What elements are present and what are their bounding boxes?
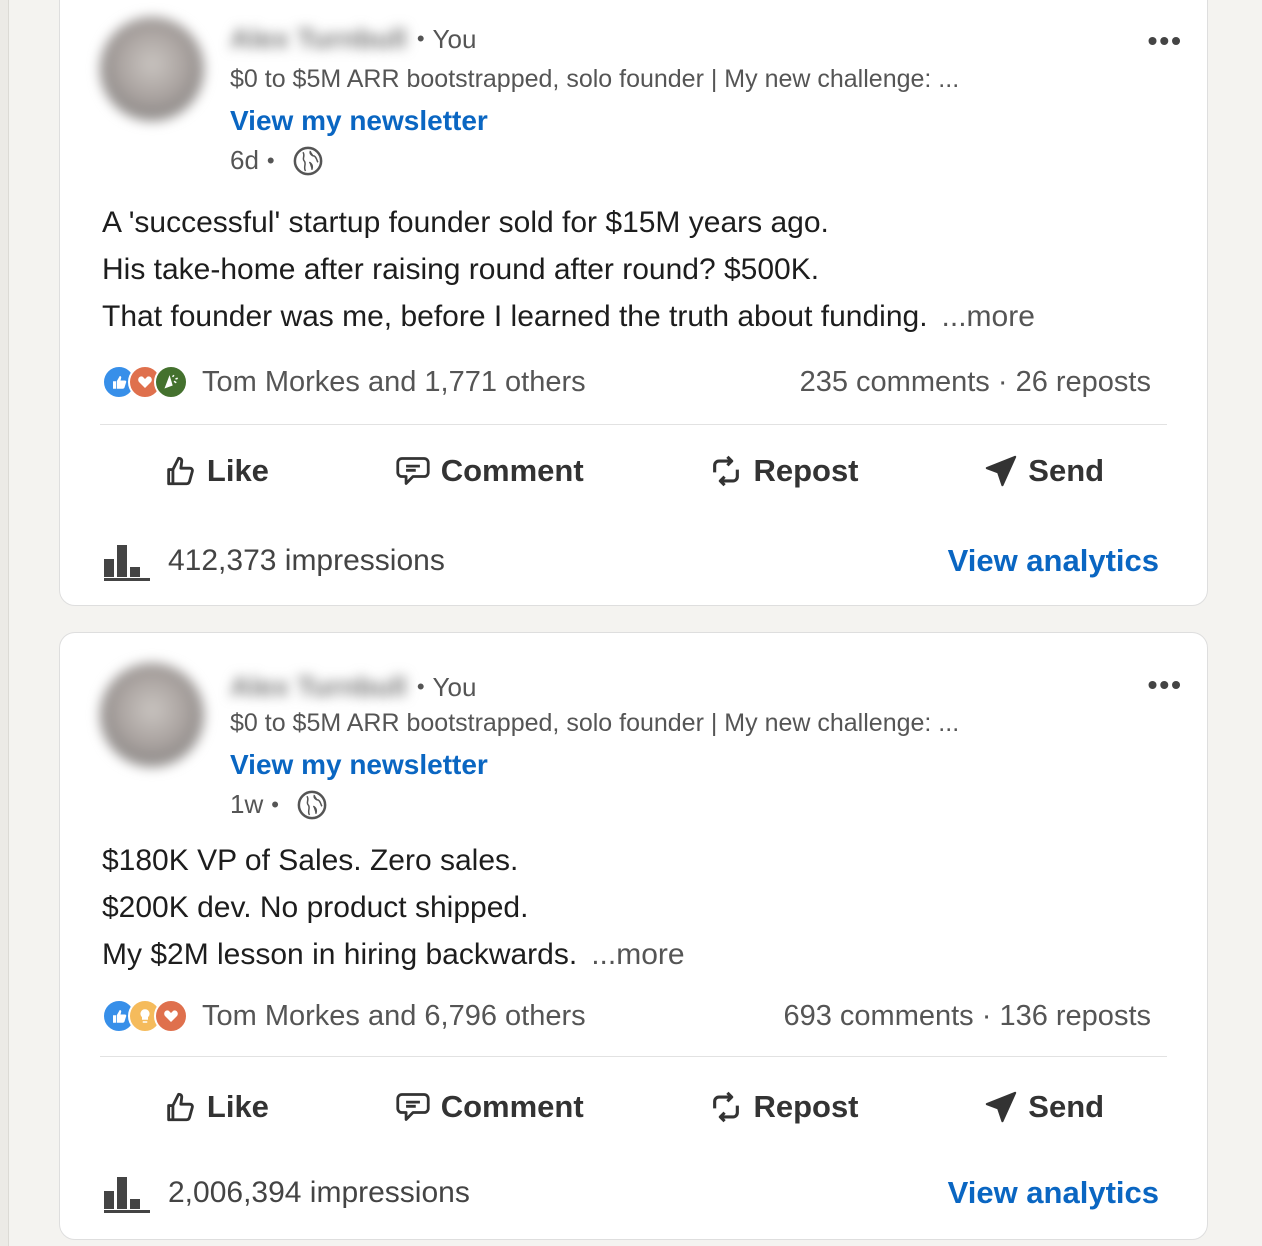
social-counts: Tom Morkes and 1,771 others 235 comments… [102, 365, 1151, 399]
reaction-icons [102, 365, 188, 399]
see-more-link[interactable]: ...more [591, 938, 684, 971]
repost-label: Repost [753, 1089, 859, 1124]
view-newsletter-link[interactable]: View my newsletter [230, 105, 488, 137]
action-bar: Like Comment Repost Send [100, 1089, 1167, 1125]
separator-dot: • [271, 791, 279, 817]
separator-dot: • [266, 147, 275, 173]
impressions: 412,373 impressions [104, 541, 445, 581]
post-time: 1w [230, 789, 264, 819]
send-icon [986, 1091, 1017, 1123]
repost-icon [713, 455, 740, 487]
repost-button[interactable]: Repost [709, 1089, 859, 1125]
repost-icon [713, 1091, 740, 1123]
separator-dot: • [416, 26, 425, 51]
comment-label: Comment [440, 453, 584, 488]
like-button[interactable]: Like [163, 1089, 269, 1125]
comment-label: Comment [440, 1089, 584, 1124]
comment-button[interactable]: Comment [395, 453, 584, 489]
avatar[interactable] [100, 663, 204, 767]
repost-button[interactable]: Repost [709, 453, 859, 489]
comments-count[interactable]: 235 comments [800, 366, 990, 398]
action-bar: Like Comment Repost Send [100, 453, 1167, 489]
author-headline: $0 to $5M ARR bootstrapped, solo founder… [230, 709, 960, 737]
post-text-line: His take-home after raising round after … [102, 253, 820, 286]
more-options-icon[interactable]: ••• [1148, 25, 1183, 57]
social-counts: Tom Morkes and 6,796 others 693 comments… [102, 999, 1151, 1033]
post-text-line: $180K VP of Sales. Zero sales. [102, 844, 519, 877]
send-button[interactable]: Send [984, 453, 1104, 489]
post-time: 6d [230, 145, 259, 175]
like-label: Like [206, 1089, 269, 1124]
like-icon [167, 456, 194, 486]
send-label: Send [1028, 453, 1105, 488]
reactions-text: Tom Morkes and 1,771 others [202, 365, 586, 398]
author-name[interactable]: Alex Turnbull [230, 671, 407, 703]
reactions-text: Tom Morkes and 6,796 others [202, 999, 586, 1032]
like-icon [167, 1092, 194, 1122]
bar-chart-icon [104, 545, 150, 581]
relation-label: You [432, 671, 477, 702]
reactions-summary[interactable]: Tom Morkes and 1,771 others [102, 365, 586, 399]
send-label: Send [1028, 1089, 1105, 1124]
engagement-counts: 693 comments · 136 reposts [783, 1000, 1151, 1033]
feed-post: Alex Turnbull • You ••• $0 to $5M ARR bo… [59, 632, 1208, 1240]
feed-post: Alex Turnbull • You ••• $0 to $5M ARR bo… [59, 0, 1208, 606]
like-label: Like [206, 453, 269, 488]
post-meta: 1w • [230, 789, 327, 820]
view-newsletter-link[interactable]: View my newsletter [230, 749, 488, 781]
post-meta: 6d • [230, 145, 323, 176]
author-row: Alex Turnbull • You [230, 671, 476, 703]
impressions-row: 2,006,394 impressions View analytics [104, 1173, 1159, 1213]
engagement-counts: 235 comments · 26 reposts [800, 366, 1151, 399]
separator-dot: • [416, 674, 425, 699]
impressions-count: 2,006,394 impressions [168, 1176, 470, 1209]
divider [100, 424, 1167, 425]
love-icon [154, 999, 188, 1033]
separator-dot: · [997, 365, 1016, 398]
post-text: My $2M lesson in hiring backwards. [102, 938, 578, 971]
post-text-line: A 'successful' startup founder sold for … [102, 206, 829, 239]
reposts-count[interactable]: 26 reposts [1016, 366, 1151, 398]
separator-dot: · [981, 999, 1000, 1032]
repost-label: Repost [753, 453, 859, 488]
globe-icon [297, 790, 327, 819]
post-text-line: $200K dev. No product shipped. [102, 891, 529, 924]
send-icon [986, 455, 1017, 487]
author-row: Alex Turnbull • You [230, 23, 476, 55]
avatar[interactable] [100, 17, 204, 121]
bar-chart-icon [104, 1177, 150, 1213]
post-body: $180K VP of Sales. Zero sales. $200K dev… [102, 837, 1162, 978]
page-edge [0, 0, 9, 1246]
relation-label: You [432, 23, 477, 54]
reposts-count[interactable]: 136 reposts [999, 1000, 1151, 1032]
author-headline: $0 to $5M ARR bootstrapped, solo founder… [230, 65, 960, 93]
celebrate-icon [154, 365, 188, 399]
impressions: 2,006,394 impressions [104, 1173, 470, 1213]
view-analytics-link[interactable]: View analytics [948, 1175, 1159, 1211]
globe-icon [293, 146, 322, 175]
impressions-count: 412,373 impressions [168, 544, 445, 577]
comment-icon [396, 457, 430, 485]
more-options-icon[interactable]: ••• [1148, 669, 1183, 701]
post-text-line-last: My $2M lesson in hiring backwards. ...mor… [102, 931, 1162, 978]
post-text: That founder was me, before I learned th… [102, 300, 928, 333]
like-button[interactable]: Like [163, 453, 269, 489]
divider [100, 1056, 1167, 1057]
comments-count[interactable]: 693 comments [783, 1000, 973, 1032]
view-analytics-link[interactable]: View analytics [948, 543, 1159, 579]
post-body: A 'successful' startup founder sold for … [102, 199, 1162, 340]
see-more-link[interactable]: ...more [942, 300, 1035, 333]
send-button[interactable]: Send [984, 1089, 1104, 1125]
comment-icon [396, 1093, 430, 1121]
impressions-row: 412,373 impressions View analytics [104, 541, 1159, 581]
reaction-icons [102, 999, 188, 1033]
comment-button[interactable]: Comment [395, 1089, 584, 1125]
reactions-summary[interactable]: Tom Morkes and 6,796 others [102, 999, 586, 1033]
post-text-line-last: That founder was me, before I learned th… [102, 293, 1162, 340]
author-name[interactable]: Alex Turnbull [230, 23, 407, 55]
